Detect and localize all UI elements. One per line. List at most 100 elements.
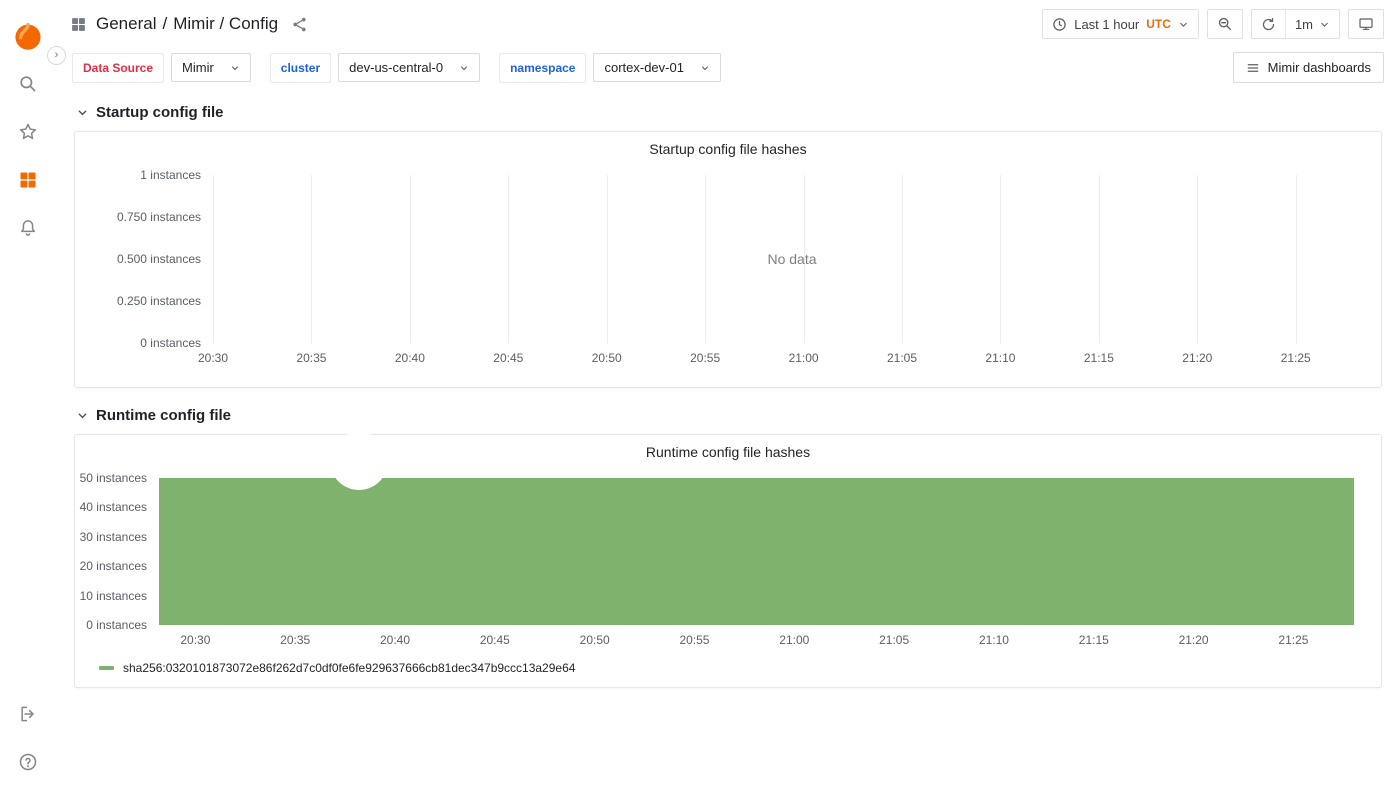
x-tick-label: 20:55 xyxy=(679,633,709,647)
y-tick-label: 40 instances xyxy=(80,500,147,514)
time-range-label: Last 1 hour xyxy=(1074,17,1139,32)
startup-config-chart: 1 instances0.750 instances0.500 instance… xyxy=(85,175,1371,343)
help-icon[interactable] xyxy=(11,745,45,779)
refresh-button[interactable] xyxy=(1252,10,1285,38)
chevron-down-icon xyxy=(459,63,469,73)
mimir-dashboards-button[interactable]: Mimir dashboards xyxy=(1233,52,1384,83)
x-tick-label: 21:25 xyxy=(1278,633,1308,647)
x-tick-label: 20:35 xyxy=(280,633,310,647)
timezone-label: UTC xyxy=(1146,17,1171,31)
variable-label-datasource: Data Source xyxy=(72,53,164,83)
variable-label-cluster: cluster xyxy=(270,53,331,83)
y-axis: 50 instances40 instances30 instances20 i… xyxy=(85,478,159,625)
x-tick-label: 21:20 xyxy=(1179,633,1209,647)
x-tick-label: 21:20 xyxy=(1182,351,1212,365)
y-tick-label: 0.750 instances xyxy=(117,210,201,224)
plot-area: 20:3020:3520:4020:4520:5020:5521:0021:05… xyxy=(213,175,1371,343)
zoom-out-button[interactable] xyxy=(1207,9,1243,39)
x-tick-label: 21:10 xyxy=(979,633,1009,647)
refresh-interval-value: 1m xyxy=(1295,17,1313,32)
chevron-down-icon xyxy=(76,409,89,422)
dashboard-submenu: Data Source Mimir cluster dev-us-central… xyxy=(56,48,1400,93)
folder-name[interactable]: General xyxy=(96,14,156,34)
variable-value-namespace: cortex-dev-01 xyxy=(604,60,683,75)
variable-select-datasource[interactable]: Mimir xyxy=(171,53,251,82)
y-tick-label: 1 instances xyxy=(140,168,201,182)
dashboard-name[interactable]: Mimir / Config xyxy=(173,14,278,34)
x-tick-label: 21:25 xyxy=(1281,351,1311,365)
no-data-label: No data xyxy=(213,175,1371,343)
grafana-logo-icon[interactable] xyxy=(11,19,45,53)
x-tick-label: 21:10 xyxy=(985,351,1015,365)
time-range-picker[interactable]: Last 1 hour UTC xyxy=(1042,9,1199,39)
chevron-down-icon xyxy=(230,63,240,73)
dashboard-header: General / Mimir / Config Last 1 h xyxy=(56,0,1400,48)
refresh-interval-select[interactable]: 1m xyxy=(1285,10,1339,38)
sign-out-icon[interactable] xyxy=(11,697,45,731)
alerting-bell-icon[interactable] xyxy=(11,211,45,245)
header-actions: Last 1 hour UTC xyxy=(1042,9,1384,39)
x-tick-label: 21:15 xyxy=(1079,633,1109,647)
menu-icon xyxy=(1246,61,1260,75)
dashboard-content: Startup config file Startup config file … xyxy=(56,93,1400,800)
x-tick-label: 21:05 xyxy=(879,633,909,647)
legend-swatch[interactable] xyxy=(99,666,114,670)
x-tick-label: 20:35 xyxy=(296,351,326,365)
y-tick-label: 20 instances xyxy=(80,559,147,573)
row-title: Startup config file xyxy=(96,104,224,121)
chevron-down-icon xyxy=(76,106,89,119)
y-tick-label: 0 instances xyxy=(140,336,201,350)
chevron-down-icon xyxy=(700,63,710,73)
main-area: General / Mimir / Config Last 1 h xyxy=(56,0,1400,800)
sidebar: › xyxy=(0,0,56,800)
legend-series-name[interactable]: sha256:0320101873072e86f262d7c0df0fe6fe9… xyxy=(123,661,575,675)
y-tick-label: 30 instances xyxy=(80,530,147,544)
y-tick-label: 0 instances xyxy=(86,618,147,632)
refresh-icon xyxy=(1261,17,1276,32)
x-tick-label: 20:45 xyxy=(480,633,510,647)
cycle-view-button[interactable] xyxy=(1348,9,1384,39)
share-icon[interactable] xyxy=(291,16,308,33)
page-title[interactable]: General / Mimir / Config xyxy=(96,14,278,34)
y-tick-label: 0.500 instances xyxy=(117,252,201,266)
panel-runtime-config-hashes: Runtime config file hashes 50 instances4… xyxy=(74,434,1382,688)
dashboard-grid-icon xyxy=(70,16,87,33)
x-tick-label: 21:00 xyxy=(789,351,819,365)
x-tick-label: 20:40 xyxy=(395,351,425,365)
series-gap-circle xyxy=(330,432,388,490)
clock-icon xyxy=(1052,17,1067,32)
row-startup-config[interactable]: Startup config file xyxy=(74,95,1382,131)
variable-label-namespace: namespace xyxy=(499,53,586,83)
refresh-picker: 1m xyxy=(1251,9,1340,39)
y-tick-label: 50 instances xyxy=(80,471,147,485)
row-runtime-config[interactable]: Runtime config file xyxy=(74,398,1382,434)
panel-startup-config-hashes: Startup config file hashes 1 instances0.… xyxy=(74,131,1382,388)
variable-select-cluster[interactable]: dev-us-central-0 xyxy=(338,53,480,82)
favorites-star-icon[interactable] xyxy=(11,115,45,149)
chevron-down-icon xyxy=(1178,19,1189,30)
sidebar-expand-icon[interactable]: › xyxy=(47,46,66,65)
search-icon[interactable] xyxy=(11,67,45,101)
x-tick-label: 20:45 xyxy=(493,351,523,365)
y-axis: 1 instances0.750 instances0.500 instance… xyxy=(85,175,213,343)
variable-value-cluster: dev-us-central-0 xyxy=(349,60,443,75)
monitor-icon xyxy=(1358,16,1374,32)
variable-select-namespace[interactable]: cortex-dev-01 xyxy=(593,53,720,82)
x-tick-label: 21:05 xyxy=(887,351,917,365)
plot-area: 20:3020:3520:4020:4520:5020:5521:0021:05… xyxy=(159,478,1371,625)
chart-legend: sha256:0320101873072e86f262d7c0df0fe6fe9… xyxy=(85,659,1371,683)
breadcrumb-separator: / xyxy=(162,14,167,34)
x-axis: 20:3020:3520:4020:4520:5020:5521:0021:05… xyxy=(213,343,1371,369)
panel-title[interactable]: Runtime config file hashes xyxy=(85,441,1371,472)
zoom-out-icon xyxy=(1217,16,1233,32)
panel-title[interactable]: Startup config file hashes xyxy=(85,138,1371,169)
chevron-down-icon xyxy=(1319,19,1330,30)
y-tick-label: 10 instances xyxy=(80,589,147,603)
x-tick-label: 20:50 xyxy=(580,633,610,647)
x-tick-label: 21:00 xyxy=(779,633,809,647)
x-tick-label: 21:15 xyxy=(1084,351,1114,365)
series-area xyxy=(159,478,1354,625)
dashboards-icon[interactable] xyxy=(11,163,45,197)
x-tick-label: 20:30 xyxy=(180,633,210,647)
x-axis: 20:3020:3520:4020:4520:5020:5521:0021:05… xyxy=(159,625,1371,651)
